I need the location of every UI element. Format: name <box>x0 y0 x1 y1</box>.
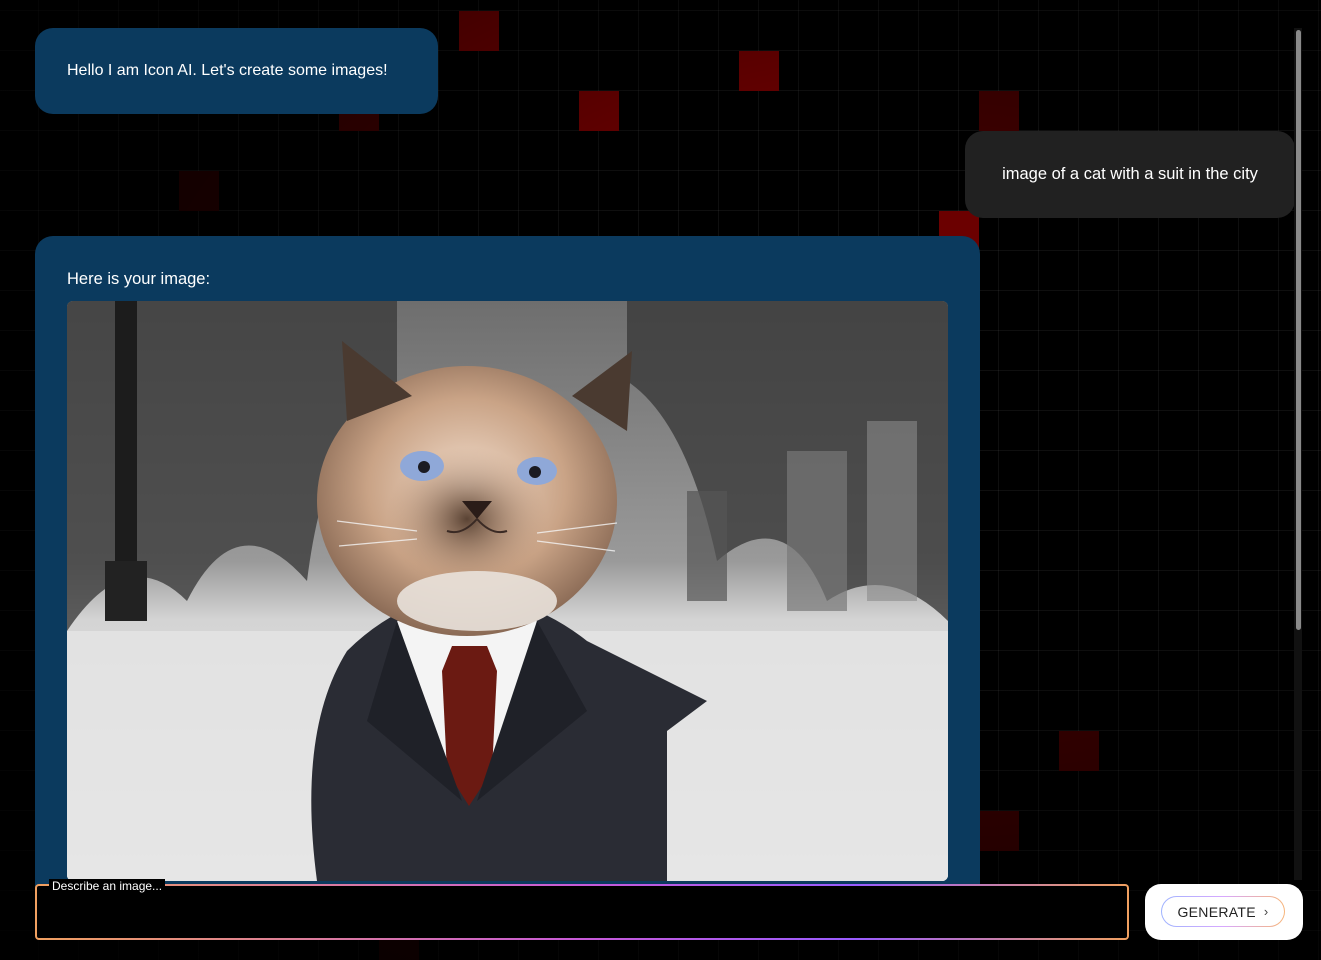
greeting-text: Hello I am Icon AI. Let's create some im… <box>67 62 388 79</box>
generated-image[interactable] <box>67 301 948 881</box>
prompt-input[interactable] <box>44 896 1123 934</box>
user-prompt-text: image of a cat with a suit in the city <box>1002 165 1258 183</box>
generate-panel: GENERATE › <box>1145 884 1303 940</box>
assistant-greeting-message: Hello I am Icon AI. Let's create some im… <box>35 28 438 114</box>
image-caption: Here is your image: <box>67 270 211 288</box>
prompt-input-label: Describe an image... <box>49 879 166 893</box>
chat-scrollbar-thumb[interactable] <box>1296 30 1301 630</box>
generate-button[interactable]: GENERATE › <box>1161 896 1285 927</box>
assistant-image-message: Here is your image: <box>35 236 980 936</box>
chevron-right-icon: › <box>1263 904 1269 919</box>
generated-image-illustration <box>67 301 948 881</box>
user-prompt-message: image of a cat with a suit in the city <box>965 131 1295 218</box>
generate-button-label: GENERATE <box>1177 903 1256 920</box>
